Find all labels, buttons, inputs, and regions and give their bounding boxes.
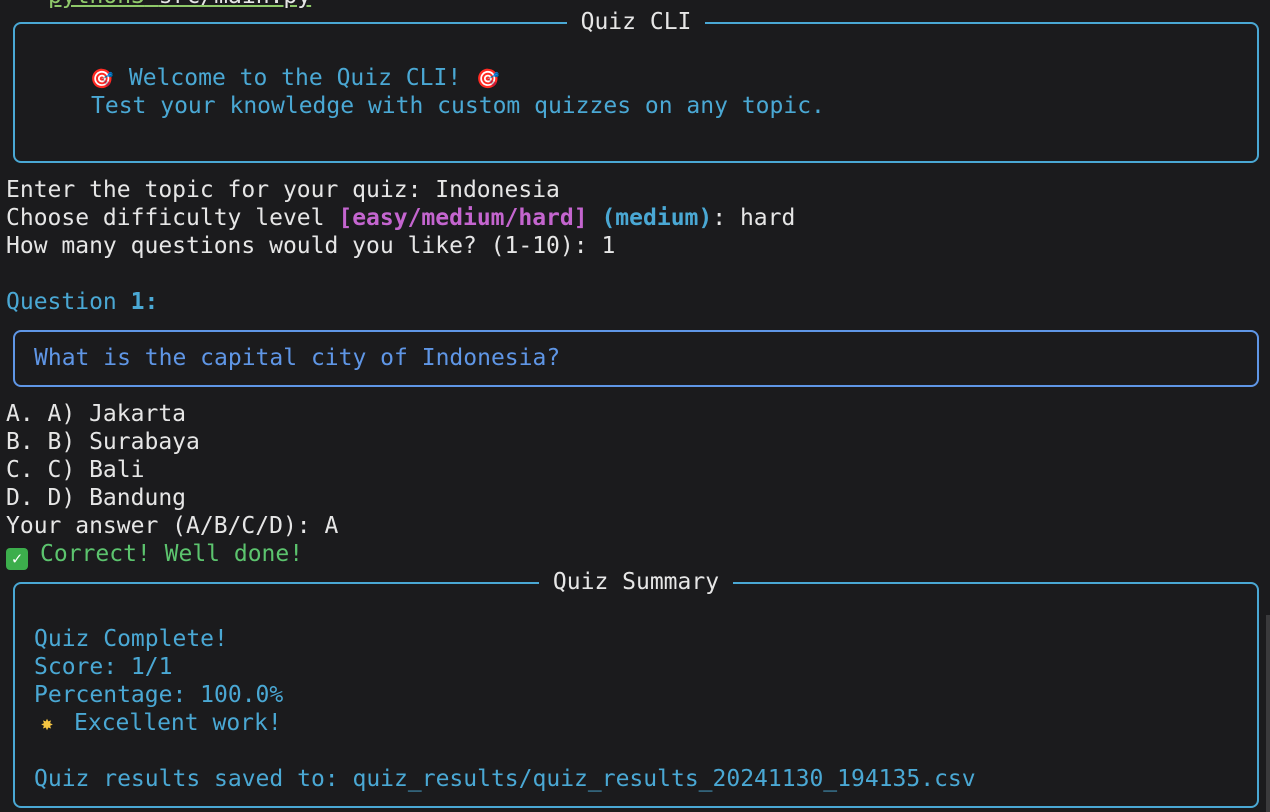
option-a: A. A) Jakarta: [6, 401, 187, 427]
question-text: What is the capital city of Indonesia?: [34, 345, 561, 371]
difficulty-default: (medium): [601, 205, 713, 231]
welcome-subtitle: Test your knowledge with custom quizzes …: [91, 93, 825, 119]
question-panel: What is the capital city of Indonesia?: [13, 330, 1259, 387]
saved-path-text: Quiz results saved to: quiz_results/quiz…: [34, 766, 976, 792]
topic-prompt-line: Enter the topic for your quiz: Indonesia: [6, 176, 560, 204]
welcome-line: 🎯 Welcome to the Quiz CLI! 🎯: [89, 64, 501, 92]
count-prompt: How many questions would you like? (1-10…: [6, 233, 602, 259]
welcome-panel: Quiz CLI 🎯 Welcome to the Quiz CLI! 🎯 Te…: [13, 9, 1259, 163]
summary-panel: Quiz Summary Quiz Complete! Score: 1/1 P…: [13, 569, 1259, 808]
result-text: Correct! Well done!: [40, 541, 304, 567]
difficulty-prompt-line: Choose difficulty level [easy/medium/har…: [6, 204, 795, 232]
option-b: B. B) Surabaya: [6, 429, 200, 455]
excellent-line: ✸ Excellent work!: [34, 709, 282, 737]
option-c: C. C) Bali: [6, 457, 145, 483]
difficulty-input[interactable]: hard: [740, 205, 795, 231]
count-prompt-line: How many questions would you like? (1-10…: [6, 232, 615, 260]
excellent-text: Excellent work!: [74, 710, 282, 736]
difficulty-colon: :: [712, 205, 740, 231]
answer-prompt-line: Your answer (A/B/C/D): A: [6, 512, 338, 540]
scrollbar[interactable]: [1266, 615, 1270, 812]
option-d: D. D) Bandung: [6, 485, 187, 511]
summary-panel-title: Quiz Summary: [15, 567, 1257, 597]
quiz-complete-text: Quiz Complete!: [34, 626, 228, 652]
score-text: Score: 1/1: [34, 654, 173, 680]
question-label: Question: [6, 289, 131, 315]
topic-input[interactable]: Indonesia: [435, 177, 560, 203]
percentage-text: Percentage: 100.0%: [34, 682, 284, 708]
star-icon: ✸: [40, 711, 54, 735]
topic-prompt: Enter the topic for your quiz:: [6, 177, 436, 203]
result-line: ✓ Correct! Well done!: [6, 540, 304, 570]
welcome-panel-title: Quiz CLI: [15, 7, 1257, 37]
count-input[interactable]: 1: [601, 233, 615, 259]
welcome-text: Welcome to the Quiz CLI!: [128, 65, 462, 91]
difficulty-options: [easy/medium/hard]: [338, 205, 588, 231]
question-number: 1:: [130, 289, 159, 315]
difficulty-prompt: Choose difficulty level: [6, 205, 339, 231]
target-icon: 🎯: [90, 68, 114, 90]
answer-input[interactable]: A: [325, 513, 339, 539]
question-header: Question 1:: [6, 288, 158, 316]
target-icon: 🎯: [476, 68, 500, 90]
answer-prompt: Your answer (A/B/C/D):: [6, 513, 325, 539]
